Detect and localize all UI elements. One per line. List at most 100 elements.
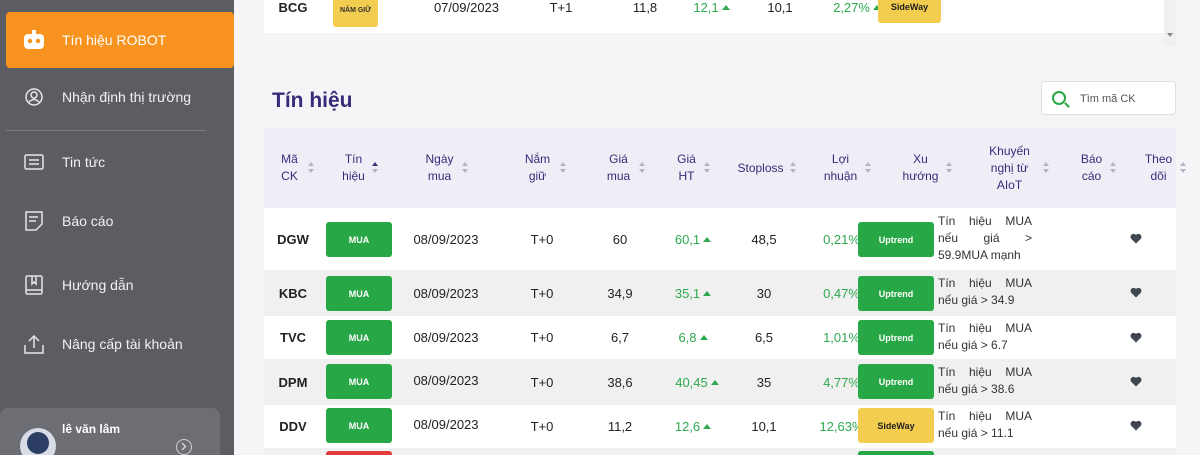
report-icon [6, 210, 62, 232]
heart-icon[interactable] [1130, 287, 1142, 298]
table-row[interactable]: KBC MUA 08/09/2023 T+0 34,9 35,1 30 0,47… [264, 270, 1176, 316]
hold-badge: NẮM GIỮ [333, 0, 378, 27]
sidebar-item-robot-signals[interactable]: Tín hiệu ROBOT [6, 12, 234, 68]
table-header: Mã CK Tín hiệu Ngày mua Nắm giữ Giá mua … [264, 128, 1186, 208]
sort-icon[interactable] [559, 162, 567, 174]
signal-badge[interactable]: MUA [326, 276, 392, 311]
hold-period: T+0 [530, 419, 554, 434]
current-price: 60,1 [662, 208, 724, 270]
col-buy-price[interactable]: Giá mua [590, 128, 660, 208]
buy-price: 6,7 [610, 330, 630, 345]
hold-period: T+0 [530, 330, 554, 345]
sort-icon[interactable] [1109, 162, 1117, 174]
heart-icon[interactable] [1130, 332, 1142, 343]
col-stoploss[interactable]: Stoploss [729, 128, 805, 208]
profit-value: 2,27% [833, 0, 870, 15]
signal-badge[interactable]: MUA [326, 320, 392, 355]
table-row[interactable]: DDV MUA 08/09/2023 T+0 11,2 12,6 10,1 12… [264, 405, 1176, 448]
table-row[interactable]: DPM MUA 08/09/2023 T+0 38,6 40,45 35 4,7… [264, 359, 1176, 405]
hold-period: T+1 [549, 0, 573, 15]
avatar [20, 428, 56, 455]
col-follow[interactable]: Theo dõi [1136, 128, 1194, 208]
current-price-value: 12,6 [674, 419, 701, 434]
signal-badge[interactable] [326, 451, 392, 455]
recommendation: Tín hiệu MUA nếu giá > 34.9 [938, 276, 1032, 307]
buy-price: 11,2 [607, 419, 633, 434]
buy-date: 08/09/2023 [413, 330, 479, 345]
signal-badge[interactable]: MUA [326, 222, 392, 257]
sort-icon[interactable] [461, 162, 469, 174]
sort-icon[interactable] [789, 162, 797, 174]
sidebar-item-upgrade[interactable]: Nâng cấp tài khoản [6, 316, 234, 372]
main-content: BCG NẮM GIỮ 07/09/2023 T+1 11,8 12,1 10,… [234, 0, 1200, 455]
search-input[interactable] [1080, 90, 1170, 108]
sidebar-item-news[interactable]: Tin tức [6, 134, 234, 190]
stock-code: BCG [278, 0, 308, 15]
sidebar-item-guide[interactable]: Hướng dẫn [6, 257, 234, 313]
hold-period: T+0 [530, 231, 554, 247]
sort-icon[interactable] [307, 162, 315, 174]
col-signal[interactable]: Tín hiệu [328, 128, 392, 208]
user-card[interactable]: lê văn lâm [0, 408, 220, 455]
recommendation: Tín hiệu MUA nếu giá > 6.7 [938, 321, 1032, 352]
table-row[interactable]: TVC MUA 08/09/2023 T+0 6,7 6,8 6,5 1,01%… [264, 316, 1176, 359]
sidebar-item-label: Nhận định thị trường [62, 89, 192, 105]
scroll-down-icon[interactable] [1167, 33, 1173, 37]
col-trend[interactable]: Xu hướng [892, 128, 962, 208]
sort-icon[interactable] [945, 162, 953, 174]
sidebar-divider [6, 130, 206, 131]
col-profit-label: Lợi nhuận [823, 152, 858, 183]
buy-date: 08/09/2023 [413, 285, 479, 301]
stock-code[interactable]: KBC [264, 270, 322, 316]
col-buy-label: Giá mua [606, 152, 631, 183]
col-recommend[interactable]: Khuyến nghị từ AIoT [976, 128, 1056, 208]
col-current-price[interactable]: Giá HT [662, 128, 724, 208]
sidebar-item-label: Tín hiệu ROBOT [62, 32, 167, 48]
heart-icon[interactable] [1130, 233, 1142, 244]
stock-code[interactable]: DGW [264, 208, 322, 270]
col-hold-label: Nắm giữ [524, 152, 551, 183]
stock-code[interactable]: DPM [264, 359, 322, 405]
sort-icon[interactable] [1042, 162, 1050, 174]
col-code[interactable]: Mã CK [264, 128, 328, 208]
sidebar-item-reports[interactable]: Báo cáo [6, 193, 234, 249]
col-profit[interactable]: Lợi nhuận [812, 128, 882, 208]
recommendation: Tín hiệu MUA nếu giá > 11.1 [938, 409, 1032, 440]
signal-badge[interactable]: MUA [326, 408, 392, 443]
col-code-label: Mã CK [281, 152, 298, 183]
current-price-value: 40,45 [675, 374, 708, 390]
col-report[interactable]: Báo cáo [1070, 128, 1126, 208]
heart-icon[interactable] [1130, 420, 1142, 431]
sort-icon[interactable] [1179, 162, 1187, 174]
table-row[interactable] [264, 448, 1176, 455]
search-icon [1052, 91, 1066, 105]
stock-code[interactable]: DDV [264, 405, 322, 448]
signal-badge[interactable]: MUA [326, 364, 392, 399]
table-row[interactable]: DGW MUA 08/09/2023 T+0 60 60,1 48,5 0,21… [264, 208, 1176, 270]
search-box[interactable] [1041, 81, 1176, 115]
sort-icon[interactable] [864, 162, 872, 174]
chevron-right-icon[interactable] [176, 439, 192, 455]
profit-value: 12,63% [819, 419, 864, 434]
buy-date: 07/09/2023 [433, 0, 500, 15]
heart-icon[interactable] [1130, 376, 1142, 387]
sidebar-item-label: Nâng cấp tài khoản [62, 336, 183, 352]
up-arrow-icon [699, 335, 708, 340]
sort-icon[interactable] [638, 162, 646, 174]
sidebar-item-market-view[interactable]: Nhận định thị trường [6, 69, 234, 125]
stoploss: 10,1 [767, 0, 793, 15]
scrollbar[interactable] [1164, 0, 1176, 46]
col-buy-date[interactable]: Ngày mua [396, 128, 496, 208]
stoploss: 30 [756, 285, 772, 301]
col-hold[interactable]: Nắm giữ [504, 128, 584, 208]
col-follow-label: Theo dõi [1144, 152, 1173, 183]
trend-badge: SideWay [858, 408, 934, 443]
trend-badge: Uptrend [858, 222, 934, 257]
robot-icon [6, 29, 62, 51]
profit-value: 0,47% [823, 285, 860, 301]
current-price-value: 6,8 [678, 330, 697, 345]
stock-code[interactable]: TVC [264, 316, 322, 359]
sidebar-item-label: Hướng dẫn [62, 277, 134, 293]
sort-icon[interactable] [703, 162, 711, 174]
sort-icon[interactable] [371, 162, 379, 174]
